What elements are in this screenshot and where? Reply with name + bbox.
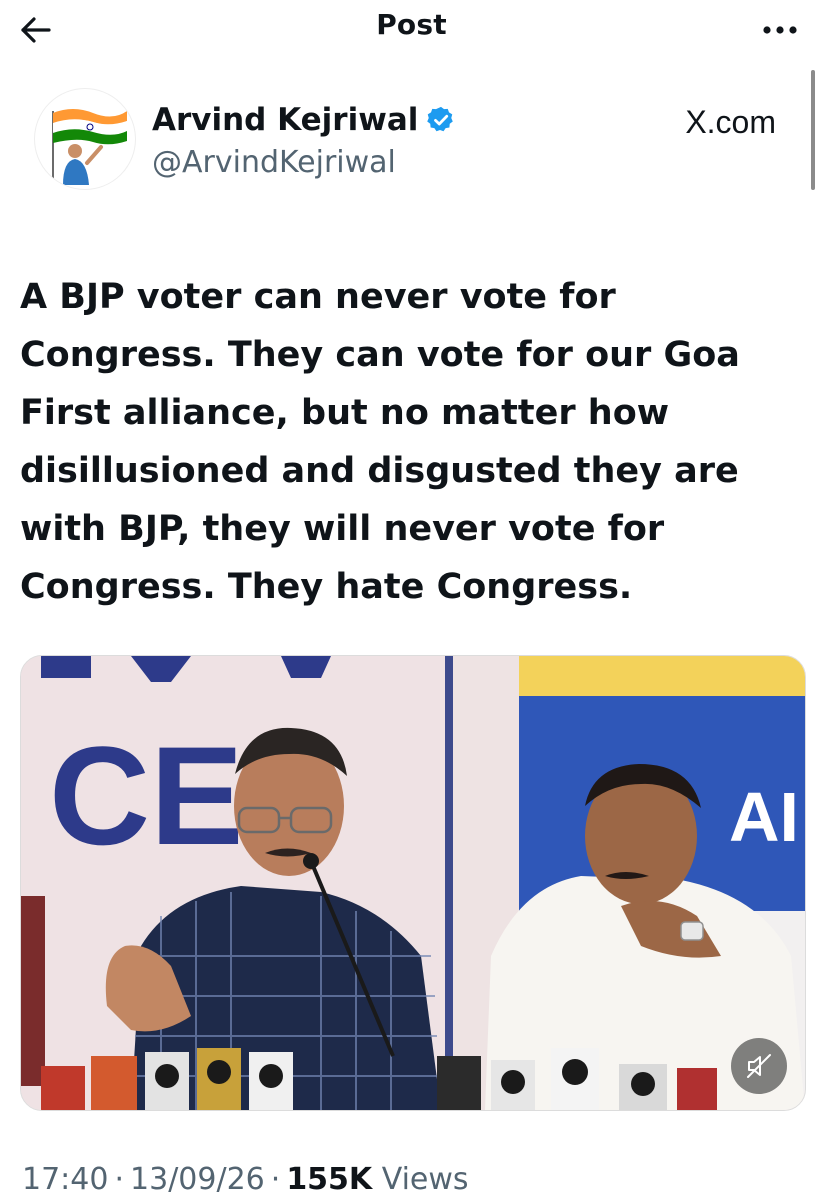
post-author: Arvind Kejriwal @ArvindKejriwal X.com [34,88,776,198]
views-label[interactable]: Views [382,1162,469,1197]
views-count[interactable]: 155K [286,1162,372,1197]
meta-separator: · [114,1162,125,1197]
post-date: 13/09/26 [130,1162,265,1197]
post-meta: 17:40 · 13/09/26 · 155K Views [22,1162,469,1197]
user-handle[interactable]: @ArvindKejriwal [152,145,396,180]
display-name[interactable]: Arvind Kejriwal [152,102,418,138]
top-bar: Post [0,0,823,58]
verified-badge-icon [427,106,454,132]
backdrop-letters: AI [729,778,799,856]
post-time: 17:40 [22,1162,109,1197]
post-text: A BJP voter can never vote for Congress.… [20,268,800,616]
volume-muted-icon [747,1054,771,1078]
post-text-line: disillusioned and disgusted they are [20,451,739,491]
more-horizontal-icon [763,26,797,34]
post-text-line: A BJP voter can never vote for [20,277,616,317]
backdrop-letters: CE [49,717,243,874]
mute-toggle-button[interactable] [731,1038,787,1094]
post-text-line: First alliance, but no matter how [20,393,670,433]
scroll-indicator[interactable] [811,70,815,190]
page-title: Post [376,8,447,41]
display-name-row: Arvind Kejriwal [152,102,456,138]
post-text-line: Congress. They hate Congress. [20,567,633,607]
meta-separator: · [270,1162,281,1197]
avatar-flag-icon [52,109,127,185]
post-text-line: with BJP, they will never vote for [20,509,665,549]
avatar[interactable] [34,88,136,190]
video-frame: CE AI [21,656,805,1110]
more-options-button[interactable] [755,10,805,50]
post-text-line: Congress. They can vote for our Goa [20,335,740,375]
x-com-watermark: X.com [685,104,776,140]
post-video[interactable]: CE AI [20,655,806,1111]
